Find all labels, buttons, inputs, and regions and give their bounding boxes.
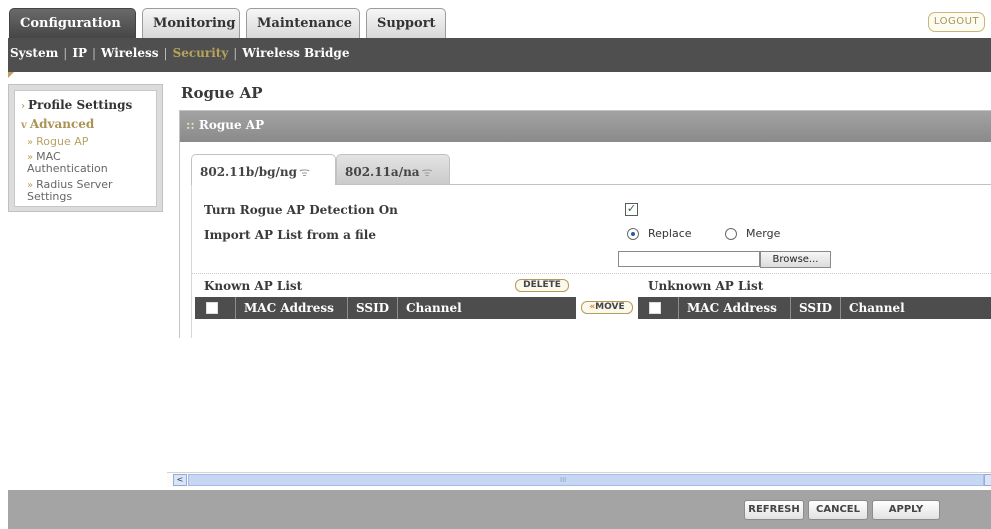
sidebar: › Profile Settings v Advanced » Rogue AP » M… <box>8 84 163 212</box>
subnav-wireless-bridge[interactable]: Wireless Bridge <box>242 46 349 60</box>
detection-checkbox[interactable]: ✓ <box>625 203 638 216</box>
subnav-separator: | <box>233 46 238 60</box>
sidebar-item-mac-authentication[interactable]: » MAC Authentication <box>27 151 108 174</box>
known-select-all-cell <box>195 297 235 319</box>
apply-button[interactable]: APPLY <box>872 500 940 520</box>
column-header-channel: Channel <box>397 297 576 319</box>
chevron-down-icon: v <box>21 120 27 131</box>
wifi-icon: ᯤ <box>421 165 433 179</box>
tab-maintenance[interactable]: Maintenance <box>246 8 360 38</box>
tab-80211bgng[interactable]: 802.11b/bg/ng ᯤ <box>191 154 336 185</box>
logout-button[interactable]: LOGOUT <box>928 12 985 32</box>
tab-label: 802.11b/bg/ng <box>200 165 297 179</box>
sidebar-item-label: Profile Settings <box>28 98 133 112</box>
scroll-right-button[interactable] <box>984 474 991 486</box>
tab-label: 802.11a/na <box>345 165 420 179</box>
subnav-system[interactable]: System <box>10 46 58 60</box>
page-title: Rogue AP <box>181 84 263 102</box>
known-ap-list-title: Known AP List <box>204 279 303 293</box>
import-label: Import AP List from a file <box>204 228 376 242</box>
cancel-button[interactable]: CANCEL <box>808 500 868 520</box>
sidebar-item-radius-server-settings[interactable]: » Radius Server Settings <box>27 179 113 202</box>
sidebar-item-label: Rogue AP <box>36 135 89 148</box>
scroll-left-button[interactable]: < <box>173 474 187 486</box>
detection-label: Turn Rogue AP Detection On <box>204 203 398 217</box>
browse-button[interactable]: Browse... <box>760 251 831 268</box>
merge-radio[interactable] <box>725 228 737 240</box>
scroll-grip-icon: III <box>560 476 567 484</box>
move-button[interactable]: «MOVE <box>581 301 633 314</box>
delete-button[interactable]: DELETE <box>515 279 569 292</box>
tab-content: Turn Rogue AP Detection On ✓ Import AP L… <box>191 184 991 338</box>
panel-body: 802.11b/bg/ng ᯤ 802.11a/na ᯤ Turn Rogue AP… <box>180 142 991 338</box>
column-header-channel: Channel <box>840 297 991 319</box>
chevron-right-icon: › <box>21 101 25 112</box>
subnav-left-strip <box>0 38 8 72</box>
divider <box>192 273 991 274</box>
replace-label: Replace <box>648 227 692 240</box>
column-header-mac-address: MAC Address <box>235 297 347 319</box>
panel-title: :: Rogue AP <box>186 118 264 132</box>
panel-header: :: Rogue AP <box>180 111 991 142</box>
merge-label: Merge <box>746 227 781 240</box>
tab-80211ana[interactable]: 802.11a/na ᯤ <box>336 154 450 184</box>
unknown-select-all-checkbox[interactable] <box>649 302 661 314</box>
sidebar-item-advanced[interactable]: v Advanced <box>21 117 94 131</box>
sidebar-item-label: Advanced <box>29 117 95 131</box>
unknown-ap-table-header: MAC Address SSID Channel <box>638 297 991 319</box>
grip-icon: :: <box>186 118 195 132</box>
replace-radio[interactable] <box>627 228 639 240</box>
tab-configuration[interactable]: Configuration <box>9 8 136 38</box>
sidebar-item-label: Authentication <box>27 162 108 175</box>
top-tab-bar: Configuration Monitoring Maintenance Sup… <box>0 0 991 38</box>
left-gutter <box>0 72 8 490</box>
app-root: Configuration Monitoring Maintenance Sup… <box>0 0 991 529</box>
tab-support[interactable]: Support <box>366 8 446 38</box>
subnav-security[interactable]: Security <box>173 46 229 60</box>
tab-monitoring[interactable]: Monitoring <box>142 8 240 38</box>
subnav-separator: | <box>63 46 68 60</box>
sidebar-item-label: Settings <box>27 190 73 203</box>
column-header-ssid: SSID <box>790 297 840 319</box>
known-ap-table-header: MAC Address SSID Channel <box>195 297 576 319</box>
sidebar-item-profile-settings[interactable]: › Profile Settings <box>21 98 132 112</box>
sidebar-menu: › Profile Settings v Advanced » Rogue AP » M… <box>14 90 157 207</box>
column-header-mac-address: MAC Address <box>678 297 790 319</box>
subnav-ip[interactable]: IP <box>72 46 87 60</box>
subnav-wireless[interactable]: Wireless <box>101 46 159 60</box>
column-header-ssid: SSID <box>347 297 397 319</box>
subnav-notch <box>8 72 14 78</box>
subnav-separator: | <box>91 46 97 60</box>
sub-navigation: System | IP | Wireless | Security | Wireless Bri… <box>8 38 991 72</box>
move-label: MOVE <box>595 302 625 312</box>
known-select-all-checkbox[interactable] <box>206 302 218 314</box>
wifi-icon: ᯤ <box>298 165 310 179</box>
panel-title-text: Rogue AP <box>198 118 265 132</box>
refresh-button[interactable]: REFRESH <box>744 500 804 520</box>
bullet-icon: » <box>27 137 34 148</box>
scroll-thumb[interactable] <box>188 474 984 486</box>
sidebar-item-rogue-ap[interactable]: » Rogue AP <box>27 136 88 148</box>
file-path-input[interactable] <box>618 251 760 267</box>
rogue-ap-panel: :: Rogue AP 802.11b/bg/ng ᯤ 802.11a/na ᯤ Tu… <box>179 110 991 338</box>
unknown-select-all-cell <box>638 297 678 319</box>
unknown-ap-list-title: Unknown AP List <box>648 279 764 293</box>
subnav-separator: | <box>163 46 168 60</box>
